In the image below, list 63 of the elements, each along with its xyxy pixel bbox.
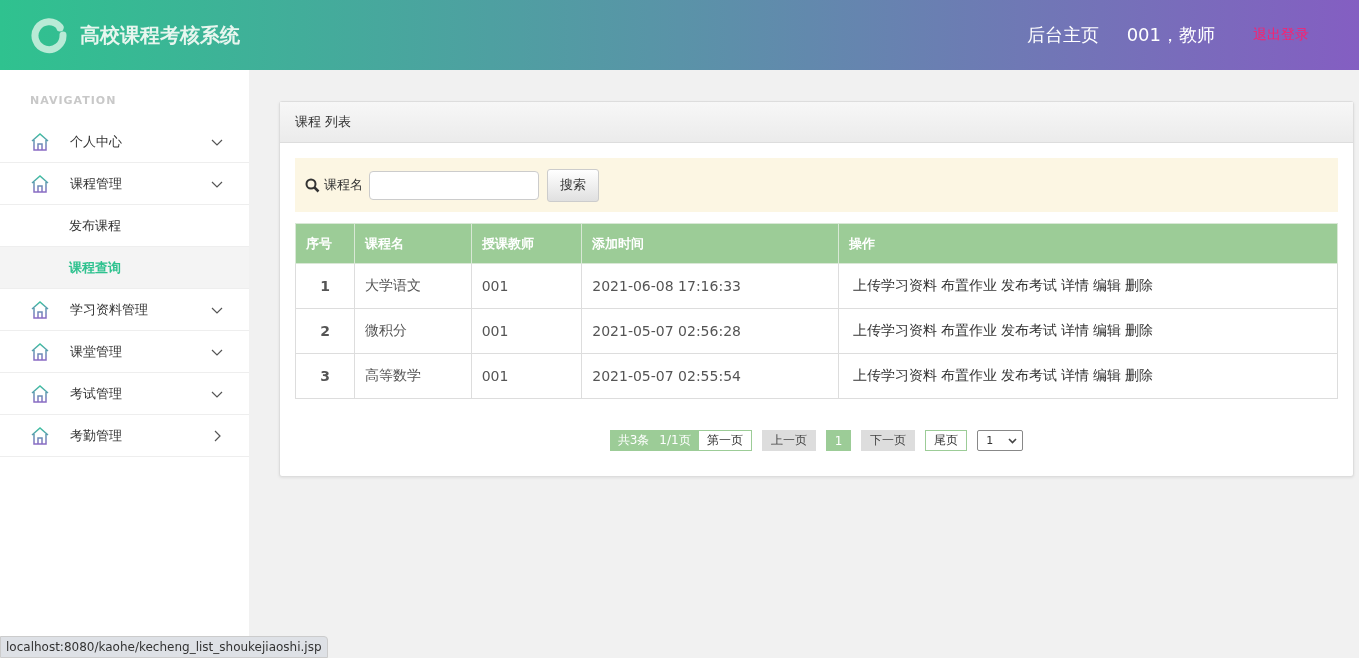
action-link[interactable]: 编辑: [1093, 322, 1122, 338]
action-link[interactable]: 发布考试: [1001, 367, 1058, 383]
page-select[interactable]: 1: [977, 430, 1024, 451]
nav-item[interactable]: 个人中心: [0, 121, 249, 163]
action-link[interactable]: 删除: [1125, 277, 1154, 293]
table-cell: 001: [471, 263, 582, 309]
home-icon: [30, 173, 50, 194]
page-count: 1/1页: [659, 432, 691, 449]
home-icon: [30, 131, 50, 152]
total-count: 共3条: [617, 432, 650, 449]
header-link[interactable]: 001，教师: [1126, 23, 1215, 47]
nav-item[interactable]: 课堂管理: [0, 331, 249, 373]
column-header: 添加时间: [581, 223, 839, 264]
action-link[interactable]: 上传学习资料: [853, 322, 938, 338]
action-link[interactable]: 布置作业: [941, 367, 998, 383]
table-cell: 001: [471, 308, 582, 354]
home-icon: [30, 299, 50, 320]
search-icon: [305, 177, 320, 193]
table-cell: 微积分: [354, 308, 472, 354]
logo-icon: [30, 16, 68, 54]
action-link[interactable]: 上传学习资料: [853, 367, 938, 383]
search-label: 课程名: [324, 176, 363, 194]
table-cell: 2021-06-08 17:16:33: [581, 263, 839, 309]
nav-item[interactable]: 课程管理: [0, 163, 249, 205]
column-header: 授课教师: [471, 223, 582, 264]
action-link[interactable]: 编辑: [1093, 367, 1122, 383]
column-header: 序号: [295, 223, 355, 264]
home-icon: [30, 341, 50, 362]
action-link[interactable]: 上传学习资料: [853, 277, 938, 293]
column-header: 操作: [838, 223, 1338, 264]
nav-item[interactable]: 考试管理: [0, 373, 249, 415]
app-title: 高校课程考核系统: [80, 21, 240, 49]
action-link[interactable]: 删除: [1125, 367, 1154, 383]
column-header: 课程名: [354, 223, 472, 264]
panel-title: 课程 列表: [295, 113, 352, 131]
action-link[interactable]: 删除: [1125, 322, 1154, 338]
page-button[interactable]: 尾页: [925, 430, 968, 451]
status-url: localhost:8080/kaohe/kecheng_list_shoukejiaoshi.jsp: [0, 636, 328, 658]
table-cell: 大学语文: [354, 263, 472, 309]
table-cell: 3: [295, 353, 355, 399]
home-icon: [30, 425, 50, 446]
search-button[interactable]: 搜索: [547, 168, 599, 202]
table-cell: 2: [295, 308, 355, 354]
page-button[interactable]: 第一页: [698, 430, 752, 451]
action-link[interactable]: 布置作业: [941, 277, 998, 293]
nav-item[interactable]: 学习资料管理: [0, 289, 249, 331]
action-link[interactable]: 详情: [1061, 367, 1090, 383]
action-link[interactable]: 布置作业: [941, 322, 998, 338]
table-cell: 2021-05-07 02:55:54: [581, 353, 839, 399]
action-link[interactable]: 编辑: [1093, 277, 1122, 293]
home-icon: [30, 383, 50, 404]
table-cell: 001: [471, 353, 582, 399]
action-link[interactable]: 发布考试: [1001, 322, 1058, 338]
action-link[interactable]: 发布考试: [1001, 277, 1058, 293]
nav-item[interactable]: 考勤管理: [0, 415, 249, 457]
action-link[interactable]: 详情: [1061, 277, 1090, 293]
search-field[interactable]: [369, 170, 539, 200]
action-link[interactable]: 详情: [1061, 322, 1090, 338]
table-cell: 高等数学: [354, 353, 472, 399]
table-cell: 1: [295, 263, 355, 309]
caret-icon: [1008, 437, 1018, 444]
header-link[interactable]: 后台主页: [1026, 23, 1099, 47]
table-cell: 2021-05-07 02:56:28: [581, 308, 839, 354]
